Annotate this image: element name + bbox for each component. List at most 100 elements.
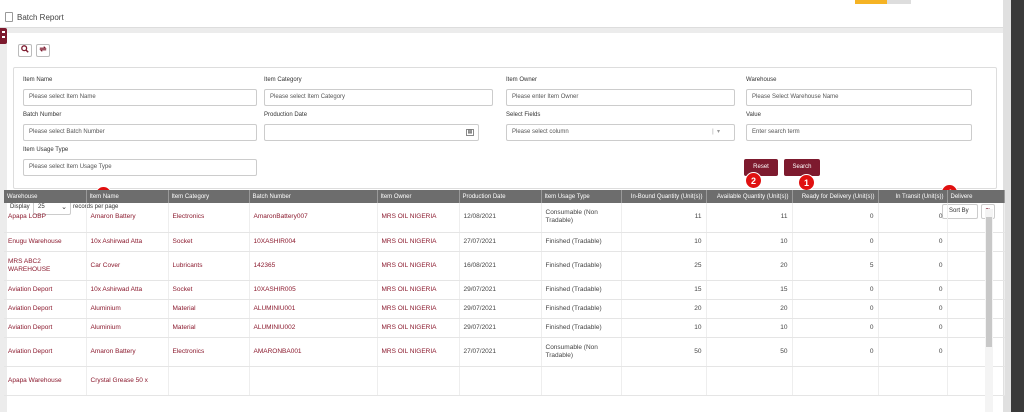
table-cell[interactable]: MRS OIL NIGERIA	[377, 232, 460, 252]
item-name-field[interactable]: Please select Item Name	[23, 89, 257, 106]
table-cell: 20	[621, 299, 707, 319]
batch-number-label: Batch Number	[23, 112, 62, 118]
table-cell[interactable]: Car Cover	[86, 251, 169, 281]
refresh-icon[interactable]	[36, 44, 50, 57]
table-cell	[878, 366, 948, 396]
table-cell: 50	[706, 337, 793, 367]
warehouse-field[interactable]: Please Select Warehouse Name	[746, 89, 972, 106]
table-cell[interactable]: MRS OIL NIGERIA	[377, 318, 460, 338]
table-cell[interactable]: MRS OIL NIGERIA	[377, 280, 460, 300]
table-cell: 0	[878, 280, 948, 300]
table-cell[interactable]: Amaron Battery	[86, 337, 169, 367]
item-owner-field[interactable]: Please enter Item Owner	[506, 89, 735, 106]
table-row[interactable]: MRS ABC2 WAREHOUSE Car Cover Lubricants 142…	[4, 251, 1005, 281]
table-cell[interactable]: Crystal Grease 50 x	[86, 366, 169, 396]
column-header[interactable]: In-Bound Quantity (Unit(s))	[621, 190, 707, 203]
item-usage-type-field[interactable]: Please select Item Usage Type	[23, 159, 257, 176]
table-cell	[947, 366, 1005, 396]
table-row[interactable]: Aviation Deport Amaron Battery Electronics…	[4, 337, 1005, 367]
filter-panel: Item Name Please select Item Name Item C…	[13, 67, 997, 189]
table-cell[interactable]: Electronics	[168, 203, 250, 233]
table-cell[interactable]: Amaron Battery	[86, 203, 169, 233]
calendar-icon[interactable]: ▦	[466, 129, 474, 136]
search-icon[interactable]	[18, 44, 32, 57]
table-cell[interactable]: Electronics	[168, 337, 250, 367]
table-cell: 0	[792, 203, 879, 233]
column-header[interactable]: Item Owner	[377, 190, 460, 203]
table-cell: 29/07/2021	[459, 280, 542, 300]
table-cell	[947, 232, 1005, 252]
table-cell[interactable]: Apapa Warehouse	[4, 366, 87, 396]
value-label: Value	[746, 112, 761, 118]
table-cell[interactable]: Socket	[168, 280, 250, 300]
table-cell[interactable]: Aluminium	[86, 318, 169, 338]
table-cell[interactable]: Aluminium	[86, 299, 169, 319]
table-cell[interactable]: Aviation Deport	[4, 318, 87, 338]
table-row[interactable]: Aviation Deport Aluminium Material ALUMINIU…	[4, 318, 1005, 338]
table-cell[interactable]	[168, 366, 250, 396]
table-cell[interactable]: ALUMINIU002	[249, 318, 378, 338]
table-cell[interactable]: Enugu Warehouse	[4, 232, 87, 252]
column-header[interactable]: In Transit (Unit(s))	[878, 190, 948, 203]
table-cell[interactable]: 142365	[249, 251, 378, 281]
column-header[interactable]: Ready for Delivery (Unit(s))	[792, 190, 879, 203]
select-fields-dropdown[interactable]: Please select column | ▾	[506, 124, 735, 141]
table-cell[interactable]: ALUMINIU001	[249, 299, 378, 319]
column-header[interactable]: Batch Number	[249, 190, 378, 203]
batch-number-field[interactable]: Please select Batch Number	[23, 124, 257, 141]
column-header[interactable]: Available Quantity (Unit(s))	[706, 190, 793, 203]
table-cell[interactable]: Aviation Deport	[4, 337, 87, 367]
column-header[interactable]: Production Date	[459, 190, 542, 203]
badge-2: 2	[745, 172, 762, 189]
table-cell[interactable]: Material	[168, 318, 250, 338]
table-cell[interactable]: Aviation Deport	[4, 299, 87, 319]
table-cell[interactable]: MRS OIL NIGERIA	[377, 299, 460, 319]
table-cell: Finished (Tradable)	[541, 251, 622, 281]
table-cell[interactable]	[377, 366, 460, 396]
table-header: Warehouse Item Name Item Category Batch Num…	[4, 190, 1005, 203]
table-cell[interactable]: Lubricants	[168, 251, 250, 281]
table-cell[interactable]: MRS OIL NIGERIA	[377, 251, 460, 281]
table-cell	[541, 366, 622, 396]
menu-icon[interactable]	[0, 28, 7, 44]
table-cell: 0	[878, 337, 948, 367]
value-field[interactable]: Enter search term	[746, 124, 972, 141]
production-date-field[interactable]: ▦	[264, 124, 479, 141]
table-cell[interactable]: Material	[168, 299, 250, 319]
table-cell[interactable]: Aviation Deport	[4, 280, 87, 300]
column-header[interactable]: Item Name	[86, 190, 169, 203]
table-cell	[947, 318, 1005, 338]
table-cell[interactable]: MRS OIL NIGERIA	[377, 337, 460, 367]
production-date-label: Production Date	[264, 112, 308, 118]
table-cell[interactable]: 10x Ashirwad Atta	[86, 280, 169, 300]
column-header[interactable]: Warehouse	[4, 190, 87, 203]
table-cell[interactable]: AMARONBA001	[249, 337, 378, 367]
table-cell[interactable]: MRS OIL NIGERIA	[377, 203, 460, 233]
table-cell[interactable]: MRS ABC2 WAREHOUSE	[4, 251, 87, 281]
table-row[interactable]: Aviation Deport 10x Ashirwad Atta Socket 10…	[4, 280, 1005, 300]
table-cell[interactable]: Socket	[168, 232, 250, 252]
column-header[interactable]: Item Usage Type	[541, 190, 622, 203]
table-row[interactable]: Apapa LOBP Amaron Battery Electronics Amaro…	[4, 203, 1005, 233]
table-row[interactable]: Aviation Deport Aluminium Material ALUMINIU…	[4, 299, 1005, 319]
scrollbar-thumb[interactable]	[986, 217, 992, 347]
warehouse-label: Warehouse	[746, 77, 777, 83]
table-cell[interactable]: AmaronBattery007	[249, 203, 378, 233]
table-row[interactable]: Apapa Warehouse Crystal Grease 50 x	[4, 366, 1005, 396]
table-cell[interactable]: 10x Ashirwad Atta	[86, 232, 169, 252]
column-header[interactable]: Item Category	[168, 190, 250, 203]
table-cell[interactable]: 10XASHIR004	[249, 232, 378, 252]
table-cell	[947, 251, 1005, 281]
search-button[interactable]: Search	[784, 159, 820, 176]
table-cell: 11	[621, 203, 707, 233]
column-header[interactable]: Delivere	[947, 190, 1005, 203]
table-cell: 12/08/2021	[459, 203, 542, 233]
table-row[interactable]: Enugu Warehouse 10x Ashirwad Atta Socket 10…	[4, 232, 1005, 252]
table-cell: 27/07/2021	[459, 337, 542, 367]
table-cell: 0	[878, 251, 948, 281]
table-cell[interactable]: Apapa LOBP	[4, 203, 87, 233]
table-cell[interactable]: 10XASHIR005	[249, 280, 378, 300]
table-scrollbar[interactable]	[985, 209, 993, 412]
item-category-field[interactable]: Please select Item Category	[264, 89, 493, 106]
table-cell[interactable]	[249, 366, 378, 396]
